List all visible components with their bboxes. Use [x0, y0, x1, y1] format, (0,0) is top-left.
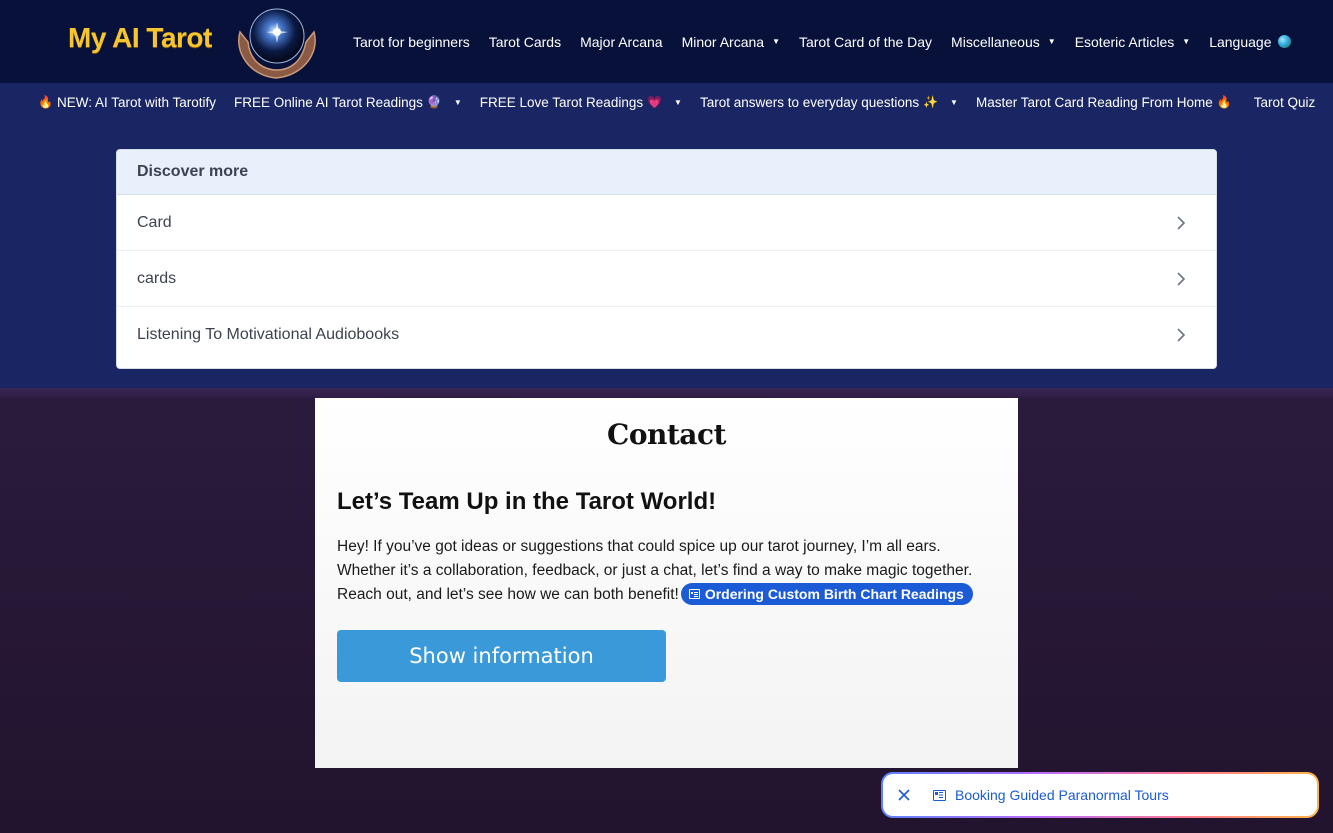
chevron-right-icon — [1177, 215, 1186, 230]
main-nav: Tarot for beginners Tarot Cards Major Ar… — [353, 0, 1310, 83]
subnav-tarot-quiz[interactable]: Tarot Quiz — [1254, 95, 1316, 110]
contact-paragraph: Hey! If you’ve got ideas or suggestions … — [337, 535, 997, 607]
top-header: My AI Tarot Tarot for beginners Tarot Ca… — [0, 0, 1333, 83]
sparkles-icon: ✨ — [923, 95, 939, 109]
caret-down-icon: ▼ — [674, 97, 682, 107]
fire-icon: 🔥 — [38, 95, 53, 109]
floating-suggestion-inner: Booking Guided Paranormal Tours — [883, 774, 1317, 816]
crystal-ball-logo-icon[interactable] — [232, 2, 322, 80]
nav-esoteric-articles[interactable]: Esoteric Articles ▼ — [1075, 34, 1191, 50]
subnav-ai-tarot-tarotify[interactable]: 🔥 NEW: AI Tarot with Tarotify — [34, 95, 216, 110]
discover-item-label: Listening To Motivational Audiobooks — [137, 326, 400, 343]
subnav-free-online-ai-tarot[interactable]: FREE Online AI Tarot Readings 🔮 ▼ — [234, 95, 462, 110]
discover-item-label: Card — [137, 213, 172, 231]
subnav-free-love-tarot[interactable]: FREE Love Tarot Readings 💗 ▼ — [480, 95, 682, 110]
crystal-ball-icon: 🔮 — [426, 95, 442, 109]
nav-tarot-for-beginners[interactable]: Tarot for beginners — [353, 34, 470, 50]
article-icon — [688, 589, 700, 599]
subnav-tarot-answers[interactable]: Tarot answers to everyday questions ✨ ▼ — [700, 95, 958, 110]
chevron-right-icon — [1177, 271, 1186, 286]
nav-major-arcana[interactable]: Major Arcana — [580, 34, 662, 50]
nav-tarot-cards[interactable]: Tarot Cards — [489, 34, 561, 50]
section-divider — [0, 388, 1333, 398]
caret-down-icon: ▼ — [1047, 37, 1056, 46]
discover-more-panel: Discover more Card cards Listening To Mo… — [116, 149, 1217, 369]
contact-heading: Let’s Team Up in the Tarot World! — [337, 488, 717, 515]
heart-icon: 💗 — [647, 95, 663, 109]
globe-icon — [1277, 35, 1291, 48]
caret-down-icon: ▼ — [772, 37, 780, 46]
subnav-master-tarot[interactable]: Master Tarot Card Reading From Home 🔥 — [976, 95, 1236, 110]
discover-item-label: cards — [137, 269, 177, 287]
discover-item[interactable]: Listening To Motivational Audiobooks — [117, 307, 1216, 363]
nav-miscellaneous[interactable]: Miscellaneous ▼ — [951, 34, 1056, 50]
discover-more-title: Discover more — [117, 150, 1216, 195]
chevron-right-icon — [1177, 328, 1186, 342]
discover-item[interactable]: Card — [117, 195, 1216, 251]
nav-tarot-card-of-the-day[interactable]: Tarot Card of the Day — [799, 34, 932, 50]
site-logo-text[interactable]: My AI Tarot — [68, 22, 212, 54]
caret-down-icon: ▼ — [1182, 37, 1191, 46]
nav-minor-arcana[interactable]: Minor Arcana ▼ — [682, 34, 780, 50]
caret-down-icon: ▼ — [950, 97, 958, 107]
close-icon[interactable] — [897, 788, 911, 802]
floating-suggestion-bar: Booking Guided Paranormal Tours — [881, 772, 1319, 818]
paranormal-tours-link[interactable]: Booking Guided Paranormal Tours — [955, 787, 1169, 803]
discover-item[interactable]: cards — [117, 251, 1216, 307]
show-information-button[interactable]: Show information — [337, 630, 666, 682]
nav-language[interactable]: Language — [1209, 34, 1291, 50]
article-icon — [933, 789, 946, 801]
fire-icon: 🔥 — [1216, 95, 1232, 109]
caret-down-icon: ▼ — [453, 97, 462, 107]
page-title: Contact — [607, 418, 726, 451]
custom-birth-chart-link[interactable]: Ordering Custom Birth Chart Readings — [680, 583, 973, 605]
secondary-nav: 🔥 NEW: AI Tarot with Tarotify FREE Online… — [0, 83, 1333, 121]
contact-card: Contact Let’s Team Up in the Tarot World… — [315, 398, 1018, 768]
